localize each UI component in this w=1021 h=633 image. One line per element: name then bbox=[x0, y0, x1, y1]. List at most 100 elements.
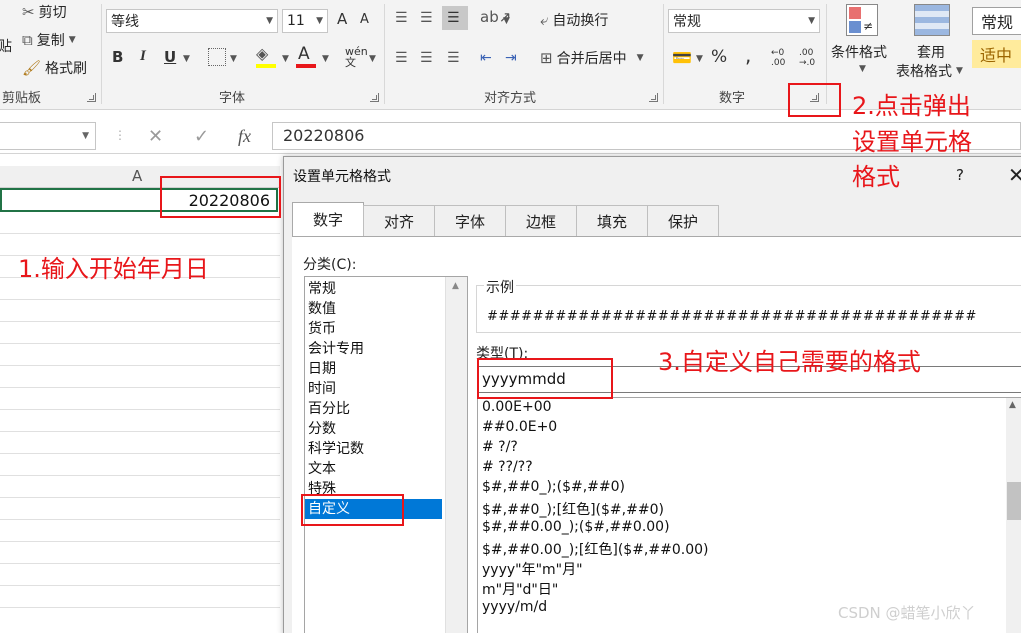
underline-dropdown[interactable]: ▼ bbox=[183, 54, 190, 64]
font-name-value: 等线 bbox=[111, 14, 139, 30]
increase-decimal-icon[interactable]: ←0.00 bbox=[771, 48, 785, 68]
category-list[interactable]: 常规 数值 货币 会计专用 日期 时间 百分比 分数 科学记数 文本 特殊 自定… bbox=[304, 276, 468, 633]
conditional-format-label: 条件格式 bbox=[831, 45, 887, 61]
scroll-up-icon[interactable]: ▲ bbox=[452, 281, 459, 291]
fill-color-icon[interactable]: ◈ bbox=[256, 44, 268, 63]
table-format-label-top[interactable]: 套用 bbox=[917, 42, 945, 62]
grow-font-button[interactable]: A bbox=[337, 10, 347, 28]
type-list-item[interactable]: $#,##0_);($#,##0) bbox=[482, 479, 625, 495]
phonetic-icon[interactable]: wén文 bbox=[345, 46, 368, 68]
font-launcher[interactable] bbox=[370, 93, 379, 102]
paste-button[interactable]: 粘贴 bbox=[0, 36, 12, 56]
cut-label: 剪切 bbox=[38, 5, 67, 21]
currency-icon[interactable]: 💳 bbox=[672, 48, 692, 67]
type-list-item[interactable]: ##0.0E+0 bbox=[482, 419, 557, 435]
decrease-decimal-icon[interactable]: .00 →.0 bbox=[799, 48, 815, 68]
insert-function-button[interactable]: fx bbox=[238, 126, 251, 147]
font-color-icon[interactable]: A bbox=[298, 44, 310, 64]
type-list-item[interactable]: $#,##0.00_);($#,##0.00) bbox=[482, 519, 670, 535]
tab-alignment[interactable]: 对齐 bbox=[363, 205, 435, 236]
category-item[interactable]: 数值 bbox=[305, 299, 442, 319]
table-format-button[interactable]: 表格格式 ▼ bbox=[896, 61, 963, 81]
format-painter-button[interactable]: 🖌 格式刷 bbox=[22, 58, 87, 78]
close-button[interactable]: ✕ bbox=[1008, 163, 1021, 187]
decrease-indent-icon[interactable]: ⇤ bbox=[480, 50, 492, 66]
category-item[interactable]: 百分比 bbox=[305, 399, 442, 419]
tab-fill[interactable]: 填充 bbox=[576, 205, 648, 236]
highlight-custom-box bbox=[301, 494, 404, 526]
shrink-font-button[interactable]: A bbox=[360, 12, 369, 27]
font-name-combo[interactable]: 等线 ▼ bbox=[106, 9, 278, 33]
type-list-scrollbar[interactable]: ▲ bbox=[1006, 398, 1021, 633]
merge-center-label: 合并后居中 bbox=[556, 51, 627, 67]
category-item[interactable]: 时间 bbox=[305, 379, 442, 399]
annotation-step3: 3.自定义自己需要的格式 bbox=[658, 348, 921, 376]
align-right-icon[interactable]: ☰ bbox=[447, 50, 460, 66]
font-group-label: 字体 bbox=[219, 91, 246, 106]
align-top-icon[interactable]: ☰ bbox=[395, 10, 408, 26]
tab-font[interactable]: 字体 bbox=[434, 205, 506, 236]
clipboard-launcher[interactable] bbox=[87, 93, 96, 102]
cell-style-neutral[interactable]: 适中 bbox=[972, 40, 1021, 68]
type-list-item[interactable]: m"月"d"日" bbox=[482, 579, 558, 599]
tab-protection[interactable]: 保护 bbox=[647, 205, 719, 236]
border-dropdown[interactable]: ▼ bbox=[230, 54, 237, 64]
copy-button[interactable]: ⧉ 复制 ▼ bbox=[22, 30, 76, 50]
underline-button[interactable]: U bbox=[164, 48, 176, 66]
border-icon[interactable] bbox=[208, 48, 226, 66]
tab-border[interactable]: 边框 bbox=[505, 205, 577, 236]
align-middle-icon[interactable]: ☰ bbox=[420, 10, 433, 26]
type-list-item[interactable]: $#,##0_);[红色]($#,##0) bbox=[482, 499, 664, 519]
font-color-dropdown[interactable]: ▼ bbox=[322, 54, 329, 64]
currency-dropdown[interactable]: ▼ bbox=[696, 54, 703, 64]
table-format-label: 表格格式 bbox=[896, 64, 952, 80]
percent-button[interactable]: % bbox=[711, 47, 727, 67]
merge-center-button[interactable]: ⊞ 合并后居中 ▼ bbox=[540, 48, 644, 68]
name-box[interactable]: ▼ bbox=[0, 122, 96, 150]
number-format-combo[interactable]: 常规 ▼ bbox=[668, 9, 820, 33]
tab-number[interactable]: 数字 bbox=[292, 202, 364, 236]
type-list-item[interactable]: $#,##0.00_);[红色]($#,##0.00) bbox=[482, 539, 708, 559]
category-item[interactable]: 科学记数 bbox=[305, 439, 442, 459]
cell-style-normal[interactable]: 常规 bbox=[972, 7, 1021, 35]
font-size-combo[interactable]: 11 ▼ bbox=[282, 9, 328, 33]
type-list-item[interactable]: # ?/? bbox=[482, 439, 518, 455]
fill-dropdown[interactable]: ▼ bbox=[282, 54, 289, 64]
help-button[interactable]: ? bbox=[956, 166, 964, 184]
category-item[interactable]: 文本 bbox=[305, 459, 442, 479]
italic-button[interactable]: I bbox=[140, 48, 146, 65]
row-gridline bbox=[0, 607, 280, 608]
scroll-thumb[interactable] bbox=[1007, 482, 1021, 520]
category-item[interactable]: 会计专用 bbox=[305, 339, 442, 359]
alignment-launcher[interactable] bbox=[649, 93, 658, 102]
category-item[interactable]: 分数 bbox=[305, 419, 442, 439]
alignment-group-label: 对齐方式 bbox=[484, 91, 537, 106]
category-scrollbar[interactable]: ▲ bbox=[445, 277, 467, 633]
type-list-item[interactable]: # ??/?? bbox=[482, 459, 533, 475]
orientation-dropdown[interactable]: ▼ bbox=[503, 16, 510, 26]
category-item[interactable]: 日期 bbox=[305, 359, 442, 379]
conditional-format-button[interactable]: 条件格式 bbox=[831, 42, 887, 62]
worksheet: A 20220806 bbox=[0, 160, 290, 633]
cut-button[interactable]: ✂ 剪切 bbox=[22, 2, 67, 22]
bold-button[interactable]: B bbox=[112, 48, 123, 66]
phonetic-dropdown[interactable]: ▼ bbox=[369, 54, 376, 64]
type-list-item[interactable]: yyyy"年"m"月" bbox=[482, 559, 583, 579]
dialog-tabs: 数字 对齐 字体 边框 填充 保护 bbox=[292, 202, 719, 236]
scroll-up-icon[interactable]: ▲ bbox=[1009, 400, 1016, 410]
cancel-button[interactable]: ✕ bbox=[148, 126, 163, 147]
category-item[interactable]: 货币 bbox=[305, 319, 442, 339]
conditional-format-dropdown[interactable]: ▼ bbox=[859, 64, 866, 74]
increase-indent-icon[interactable]: ⇥ bbox=[505, 50, 517, 66]
comma-button[interactable]: , bbox=[745, 43, 751, 67]
wrap-text-button[interactable]: ⤶ 自动换行 bbox=[540, 10, 608, 30]
align-left-icon[interactable]: ☰ bbox=[395, 50, 408, 66]
type-list-item[interactable]: yyyy/m/d bbox=[482, 599, 547, 615]
enter-button[interactable]: ✓ bbox=[194, 126, 209, 147]
category-item[interactable]: 常规 bbox=[305, 279, 442, 299]
highlight-launcher-box bbox=[788, 83, 841, 117]
sample-label: 示例 bbox=[484, 277, 516, 297]
type-list-item[interactable]: 0.00E+00 bbox=[482, 399, 552, 415]
type-list[interactable]: 0.00E+00 ##0.0E+0 # ?/? # ??/?? $#,##0_)… bbox=[477, 397, 1021, 633]
align-center-icon[interactable]: ☰ bbox=[420, 50, 433, 66]
